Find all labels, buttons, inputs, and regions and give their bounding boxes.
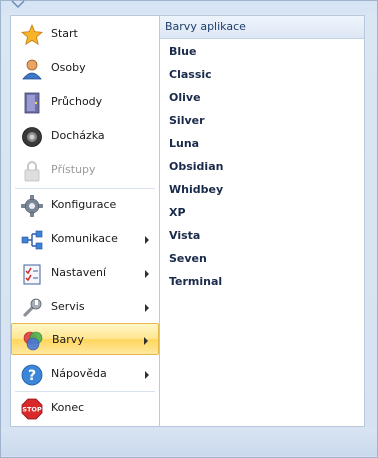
menu-item-servis[interactable]: Servis <box>11 291 159 323</box>
menu-label-start: Start <box>51 27 78 40</box>
main-menu: Start Osoby Průchody Docházka Přístupy K… <box>10 15 160 427</box>
theme-item-olive[interactable]: Olive <box>169 89 201 107</box>
menu-item-napoveda[interactable]: ? Nápověda <box>11 358 159 390</box>
app-icon <box>11 0 25 9</box>
lock-icon <box>24 161 40 182</box>
menu-label-komunikace: Komunikace <box>51 232 118 245</box>
menu-item-start[interactable]: Start <box>11 18 159 50</box>
theme-item-obsidian[interactable]: Obsidian <box>169 158 223 176</box>
menu-item-komunikace[interactable]: Komunikace <box>11 223 159 255</box>
network-icon <box>21 230 43 250</box>
bottom-strip <box>1 428 377 456</box>
menu-item-barvy[interactable]: Barvy <box>11 323 159 355</box>
help-icon: ? <box>21 364 43 386</box>
gear-icon <box>21 195 43 217</box>
submenu-header: Barvy aplikace <box>160 16 364 39</box>
wrench-icon <box>23 298 42 317</box>
menu-label-osoby: Osoby <box>51 61 86 74</box>
theme-item-xp[interactable]: XP <box>169 204 186 222</box>
theme-item-whidbey[interactable]: Whidbey <box>169 181 223 199</box>
theme-item-blue[interactable]: Blue <box>169 43 196 61</box>
menu-item-konec[interactable]: STOP Konec <box>11 392 159 424</box>
svg-text:STOP: STOP <box>22 406 42 414</box>
submenu-panel: Barvy aplikace Blue Classic Olive Silver… <box>159 15 365 427</box>
checklist-icon <box>23 264 41 285</box>
menu-item-konfigurace[interactable]: Konfigurace <box>11 189 159 221</box>
theme-item-terminal[interactable]: Terminal <box>169 273 222 291</box>
submenu-arrow-icon <box>145 371 149 379</box>
submenu-arrow-icon <box>145 236 149 244</box>
menu-label-konec: Konec <box>51 401 85 414</box>
svg-text:?: ? <box>28 368 36 384</box>
submenu-arrow-icon <box>144 337 148 345</box>
theme-item-luna[interactable]: Luna <box>169 135 199 153</box>
theme-item-classic[interactable]: Classic <box>169 66 212 84</box>
top-strip <box>1 0 377 13</box>
menu-label-dochazka: Docházka <box>51 129 105 142</box>
menu-label-servis: Servis <box>51 300 85 313</box>
colors-icon <box>23 331 43 351</box>
menu-item-nastaveni[interactable]: Nastavení <box>11 257 159 289</box>
menu-label-napoveda: Nápověda <box>51 367 107 380</box>
door-icon <box>24 92 40 114</box>
submenu-arrow-icon <box>145 270 149 278</box>
theme-item-vista[interactable]: Vista <box>169 227 200 245</box>
person-icon <box>22 59 42 80</box>
menu-label-konfigurace: Konfigurace <box>51 198 117 211</box>
theme-item-seven[interactable]: Seven <box>169 250 207 268</box>
menu-label-pruchody: Průchody <box>51 95 103 108</box>
submenu-arrow-icon <box>145 304 149 312</box>
menu-item-osoby[interactable]: Osoby <box>11 52 159 84</box>
stop-icon: STOP <box>21 398 43 420</box>
menu-label-barvy: Barvy <box>52 333 84 346</box>
menu-label-nastaveni: Nastavení <box>51 266 107 279</box>
theme-item-silver[interactable]: Silver <box>169 112 205 130</box>
menu-item-pruchody[interactable]: Průchody <box>11 86 159 118</box>
menu-label-pristupy: Přístupy <box>51 163 96 176</box>
menu-item-pristupy[interactable]: Přístupy <box>11 154 159 186</box>
star-icon <box>21 24 43 46</box>
menu-item-dochazka[interactable]: Docházka <box>11 120 159 152</box>
camera-icon <box>22 127 42 147</box>
